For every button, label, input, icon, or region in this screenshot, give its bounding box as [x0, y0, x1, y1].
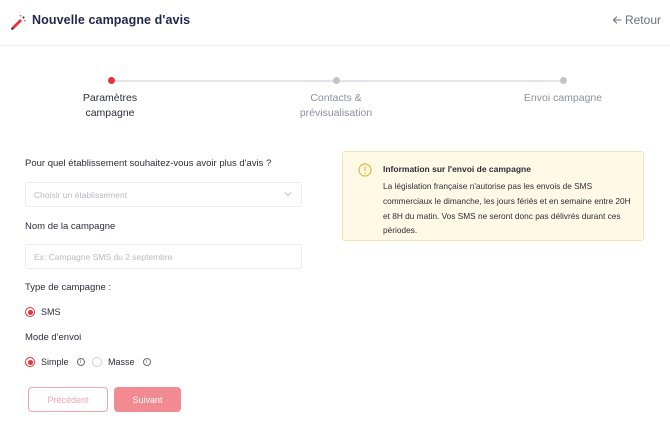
- simple-radio[interactable]: [25, 357, 35, 367]
- send-mode-label: Mode d'envoi: [25, 332, 82, 343]
- arrow-left-icon: [612, 16, 622, 24]
- sms-radio[interactable]: [25, 307, 35, 317]
- stepper-track-1: [111, 80, 336, 82]
- page-title: Nouvelle campagne d'avis: [32, 13, 191, 27]
- step-dot-envoi: [560, 77, 567, 84]
- mass-radio[interactable]: [92, 357, 102, 367]
- info-icon[interactable]: i: [76, 358, 85, 366]
- next-button[interactable]: Suivant: [114, 387, 181, 412]
- step-label-envoi[interactable]: Envoi campagne: [513, 91, 613, 106]
- step-dot-contacts: [333, 77, 340, 84]
- simple-label: Simple: [41, 357, 69, 367]
- campaign-type-label: Type de campagne :: [25, 282, 112, 293]
- establishment-select[interactable]: Choisir un établissement: [25, 182, 302, 207]
- info-alert: Information sur l'envoi de campagne La l…: [342, 151, 644, 241]
- sms-label: SMS: [41, 307, 61, 317]
- campaign-name-placeholder: Ex: Campagne SMS du 2 septembre: [34, 252, 173, 262]
- back-label: Retour: [624, 13, 661, 27]
- alert-text: La législation française n'autorise pas …: [383, 181, 631, 236]
- step-label-parametres[interactable]: Paramètres campagne: [60, 91, 160, 121]
- send-mode-mass[interactable]: Masse i: [92, 357, 151, 367]
- stepper-track-2: [336, 80, 563, 82]
- previous-button[interactable]: Précédent: [28, 387, 108, 412]
- campaign-type-sms[interactable]: SMS: [25, 307, 61, 317]
- megaphone-logo-icon: [11, 15, 26, 30]
- establishment-placeholder: Choisir un établissement: [34, 190, 128, 200]
- back-link[interactable]: Retour: [612, 13, 661, 27]
- step-dot-parametres: [108, 77, 115, 84]
- campaign-name-input[interactable]: Ex: Campagne SMS du 2 septembre: [25, 244, 302, 269]
- send-mode-simple[interactable]: Simple i: [25, 357, 85, 367]
- header: Nouvelle campagne d'avis Retour: [0, 0, 670, 46]
- chevron-down-icon: [284, 192, 292, 197]
- stepper: Paramètres campagne Contacts & prévisual…: [0, 70, 670, 130]
- establishment-question: Pour quel établissement souhaitez-vous a…: [25, 158, 272, 169]
- campaign-name-label: Nom de la campagne: [25, 221, 116, 232]
- mass-label: Masse: [108, 357, 135, 367]
- info-icon[interactable]: i: [142, 358, 151, 366]
- step-label-contacts[interactable]: Contacts & prévisualisation: [276, 91, 396, 121]
- warning-circle-icon: [358, 163, 372, 177]
- alert-title: Information sur l'envoi de campagne: [383, 164, 531, 174]
